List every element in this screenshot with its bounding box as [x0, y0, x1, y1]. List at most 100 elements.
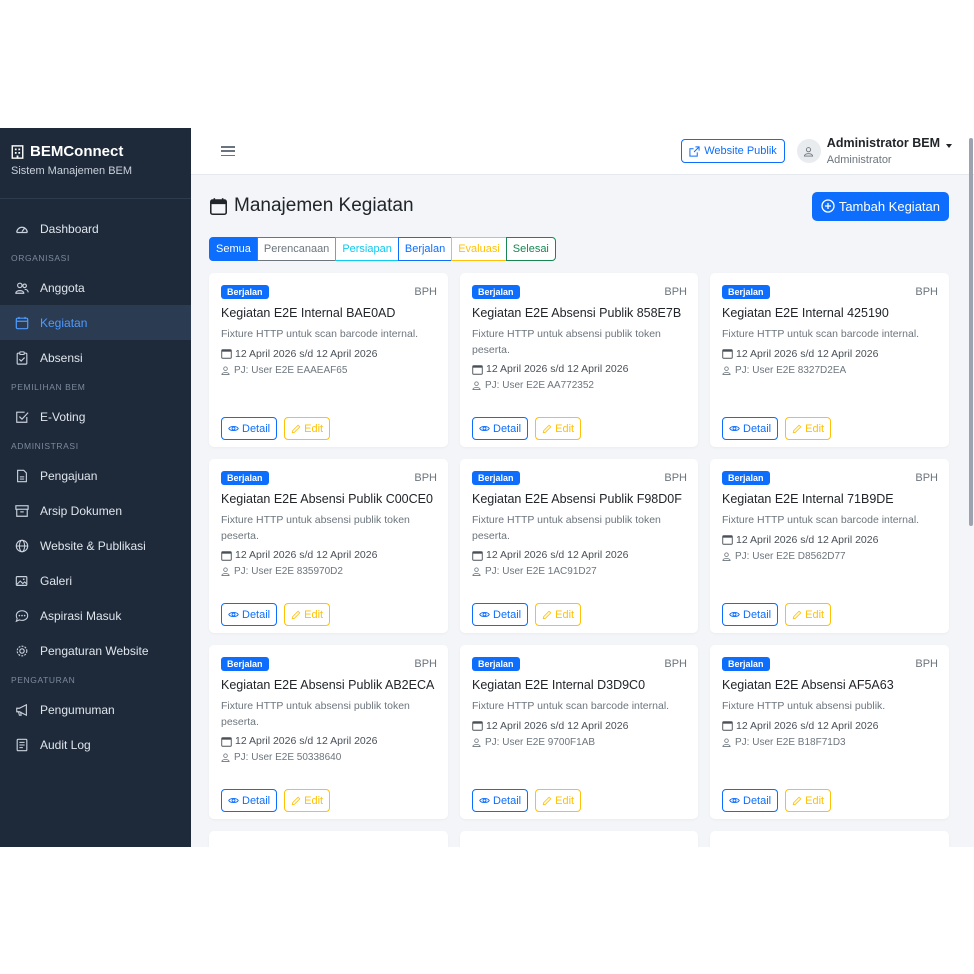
edit-button[interactable]: Edit [284, 603, 331, 626]
detail-button[interactable]: Detail [221, 417, 278, 440]
sidebar-item-aspirasi[interactable]: Aspirasi Masuk [0, 598, 191, 633]
pencil-icon [542, 796, 552, 805]
sidebar-item-absensi[interactable]: Absensi [0, 340, 191, 375]
pencil-icon [291, 610, 301, 619]
caret-down-icon [946, 144, 952, 148]
edit-button[interactable]: Edit [284, 789, 331, 812]
detail-button[interactable]: Detail [221, 603, 278, 626]
sidebar-item-audit[interactable]: Audit Log [0, 727, 191, 762]
detail-label: Detail [242, 422, 271, 435]
card-description: Fixture HTTP untuk absensi publik token … [472, 514, 661, 542]
scrollbar[interactable] [966, 128, 974, 847]
kegiatan-card: Berjalan BPH Kegiatan E2E Absensi Publik… [209, 645, 448, 819]
unit-label: BPH [414, 658, 437, 670]
kegiatan-grid: Berjalan BPH Kegiatan E2E Internal BAE0A… [209, 273, 949, 847]
pj-text: PJ: User E2E B18F71D3 [735, 736, 846, 748]
card-date: 12 April 2026 s/d 12 April 2026 [722, 348, 938, 360]
filter-selesai[interactable]: Selesai [505, 237, 556, 261]
detail-button[interactable]: Detail [221, 789, 278, 812]
calendar-icon [210, 197, 227, 215]
filter-evaluasi[interactable]: Evaluasi [451, 237, 507, 261]
detail-button[interactable]: Detail [722, 603, 779, 626]
tambah-kegiatan-button[interactable]: Tambah Kegiatan [811, 191, 949, 221]
sidebar-nav: Dashboard ORGANISASI Anggota Kegiatan Ab… [0, 199, 191, 762]
card-pj: PJ: User E2E D8562D77 [722, 551, 938, 562]
edit-label: Edit [304, 422, 324, 435]
archive-icon [15, 504, 29, 517]
sidebar-item-label: Anggota [40, 280, 85, 295]
unit-label: BPH [915, 658, 938, 670]
edit-button[interactable]: Edit [535, 603, 582, 626]
sidebar-item-arsip[interactable]: Arsip Dokumen [0, 493, 191, 528]
avatar[interactable] [796, 139, 821, 163]
status-badge: Berjalan [472, 471, 520, 485]
edit-button[interactable]: Edit [535, 789, 582, 812]
calendar-icon [221, 349, 232, 359]
menu-toggle-icon[interactable] [221, 144, 235, 158]
topbar: Website Publik Administrator BEM Adminis… [191, 128, 974, 175]
edit-button[interactable]: Edit [785, 603, 832, 626]
person-icon [472, 381, 481, 390]
pencil-icon [542, 424, 552, 433]
pj-text: PJ: User E2E AA772352 [485, 380, 594, 391]
sidebar-item-anggota[interactable]: Anggota [0, 270, 191, 305]
sidebar-item-dashboard[interactable]: Dashboard [0, 211, 191, 246]
detail-button[interactable]: Detail [472, 603, 529, 626]
edit-button[interactable]: Edit [785, 417, 832, 440]
calendar-icon [722, 349, 733, 359]
website-publik-button[interactable]: Website Publik [681, 139, 785, 163]
card-title: Kegiatan E2E Absensi Publik 858E7B [472, 306, 682, 320]
person-icon [722, 737, 731, 747]
card-date: 12 April 2026 s/d 12 April 2026 [472, 363, 687, 375]
unit-label: BPH [664, 286, 687, 298]
person-icon [472, 737, 481, 747]
sidebar-item-kegiatan[interactable]: Kegiatan [0, 305, 191, 340]
date-text: 12 April 2026 s/d 12 April 2026 [486, 719, 629, 732]
user-menu[interactable]: Administrator BEM Administrator [827, 136, 952, 166]
eye-icon [479, 797, 490, 804]
sidebar-item-website[interactable]: Website & Publikasi [0, 528, 191, 563]
brand[interactable]: BEMConnect Sistem Manajemen BEM [0, 128, 191, 199]
calendar-icon [221, 550, 232, 561]
status-badge: Berjalan [472, 657, 520, 671]
sidebar-item-evoting[interactable]: E-Voting [0, 399, 191, 434]
page-title: Manajemen Kegiatan [234, 195, 414, 216]
card-description: Fixture HTTP untuk scan barcode internal… [722, 328, 920, 340]
detail-button[interactable]: Detail [722, 789, 779, 812]
pj-text: PJ: User E2E EAAEAF65 [234, 364, 348, 376]
calendar-icon [221, 736, 232, 747]
edit-button[interactable]: Edit [535, 417, 582, 440]
filter-semua[interactable]: Semua [209, 237, 258, 261]
status-filter-group: Semua Perencanaan Persiapan Berjalan Evaluas… [209, 237, 949, 261]
card-title: Kegiatan E2E Absensi Publik C00CE0 [221, 492, 433, 506]
detail-button[interactable]: Detail [472, 417, 529, 440]
card-description: Fixture HTTP untuk absensi publik token … [221, 514, 410, 542]
filter-berjalan[interactable]: Berjalan [397, 237, 453, 261]
scrollbar-thumb[interactable] [969, 138, 973, 526]
card-pj: PJ: User E2E 1AC91D27 [472, 566, 687, 577]
person-icon [221, 753, 230, 762]
chat-dots-icon [15, 609, 29, 622]
status-badge: Berjalan [722, 657, 770, 671]
card-pj: PJ: User E2E EAAEAF65 [221, 365, 437, 376]
detail-button[interactable]: Detail [472, 789, 529, 812]
journal-icon [16, 738, 28, 751]
filter-persiapan[interactable]: Persiapan [335, 237, 399, 261]
edit-button[interactable]: Edit [785, 789, 832, 812]
card-date: 12 April 2026 s/d 12 April 2026 [472, 549, 687, 561]
building-icon [11, 144, 24, 159]
pj-text: PJ: User E2E 835970D2 [234, 566, 343, 577]
detail-button[interactable]: Detail [722, 417, 779, 440]
sidebar-item-pengumuman[interactable]: Pengumuman [0, 692, 191, 727]
edit-button[interactable]: Edit [284, 417, 331, 440]
main-area: Website Publik Administrator BEM Adminis… [191, 128, 974, 847]
filter-perencanaan[interactable]: Perencanaan [256, 237, 337, 261]
sidebar-item-galeri[interactable]: Galeri [0, 563, 191, 598]
kegiatan-card: Berjalan BPH Kegiatan E2E Absensi Publik… [460, 459, 698, 633]
date-text: 12 April 2026 s/d 12 April 2026 [486, 549, 629, 561]
user-role: Administrator [826, 154, 892, 166]
sidebar-item-pengajuan[interactable]: Pengajuan [0, 458, 191, 493]
globe-icon [15, 539, 29, 552]
edit-label: Edit [304, 608, 324, 621]
sidebar-item-pengaturan-website[interactable]: Pengaturan Website [0, 633, 191, 668]
